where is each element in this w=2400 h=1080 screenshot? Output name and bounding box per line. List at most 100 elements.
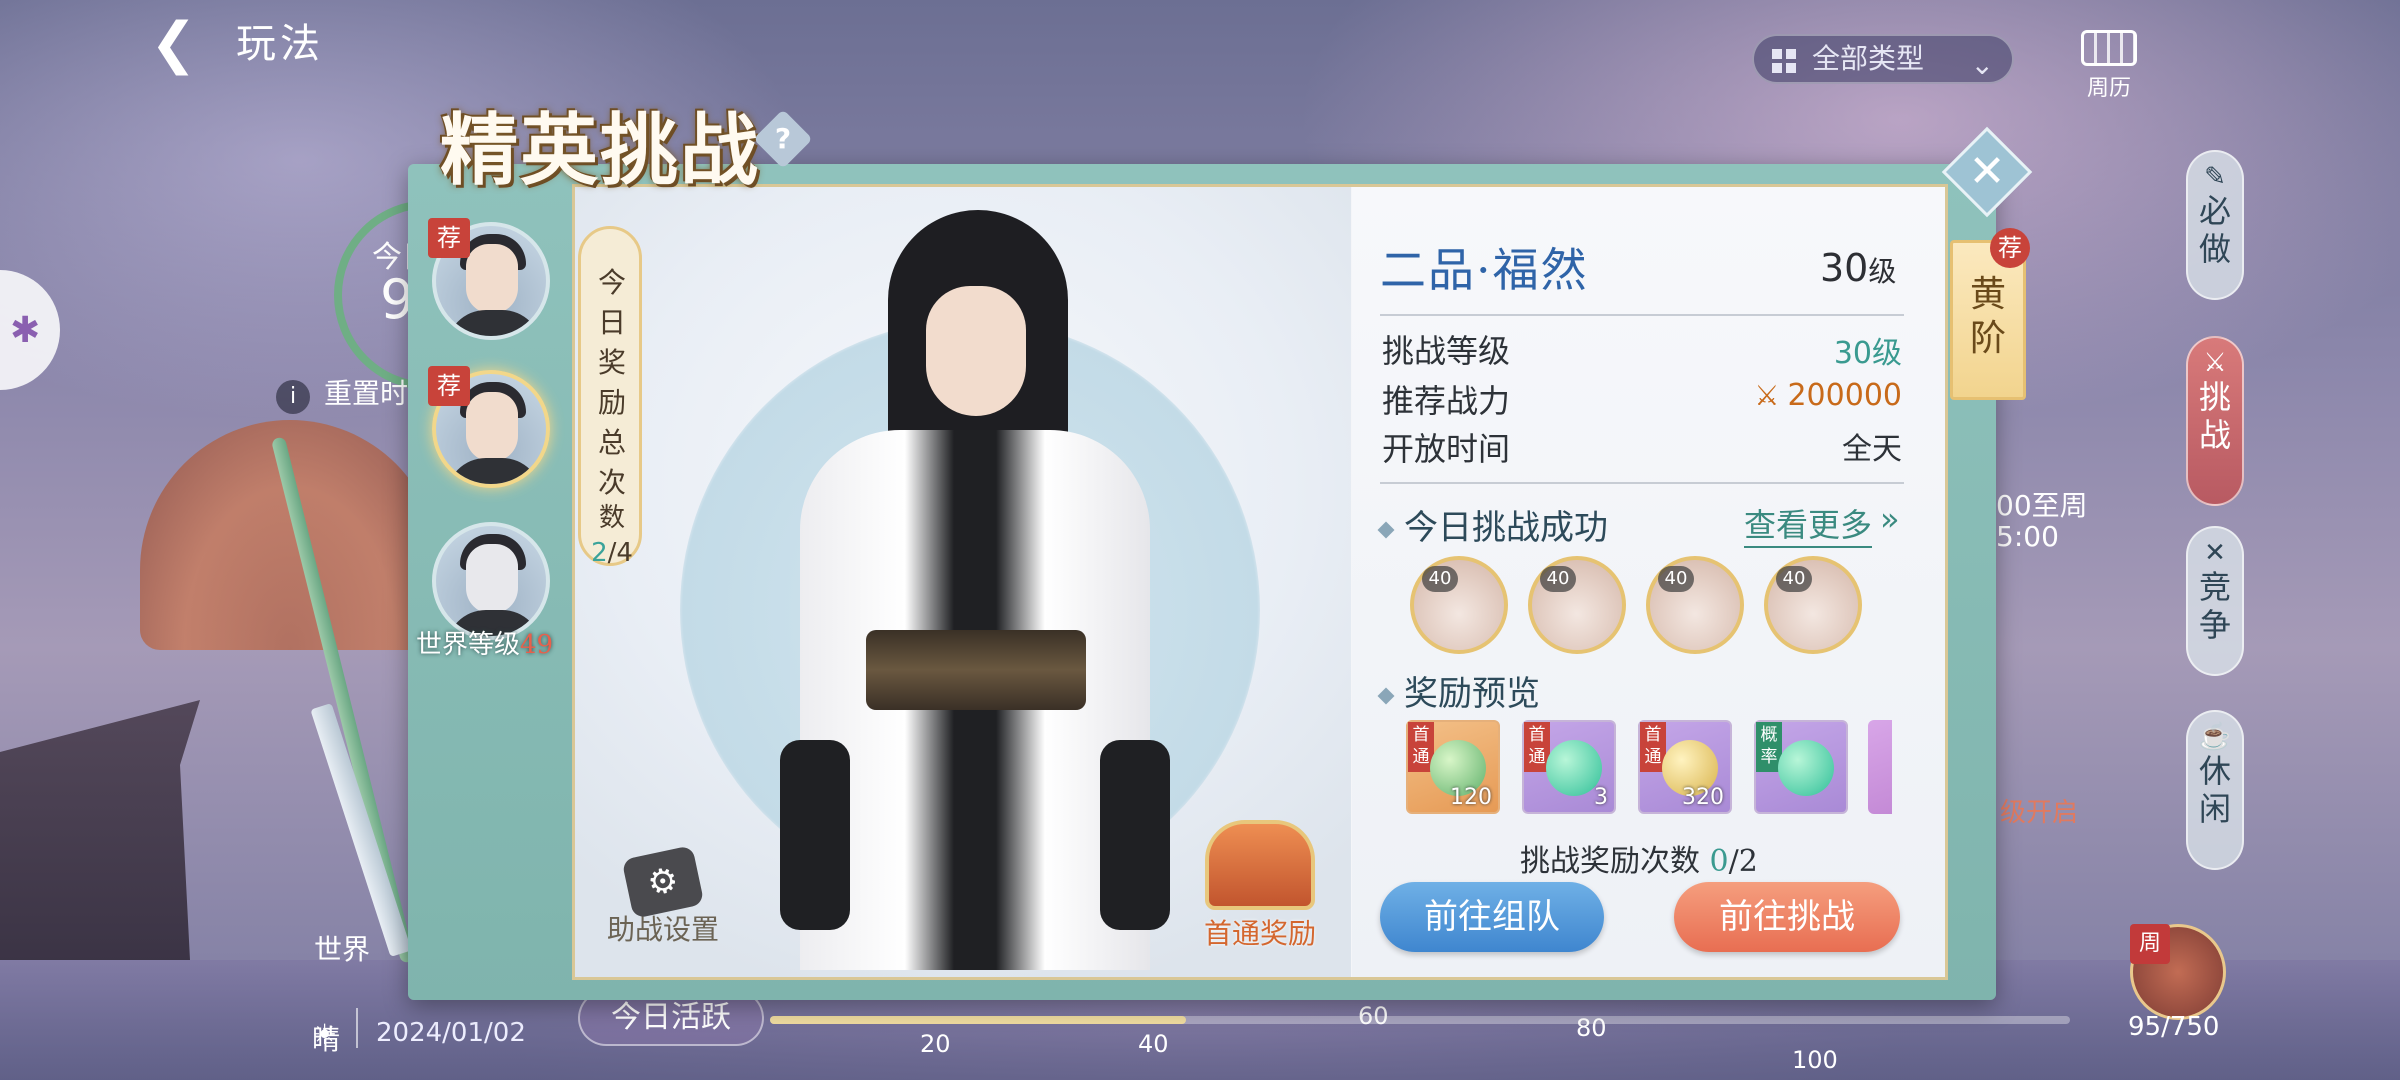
reward-item[interactable]: 首通 320 (1638, 720, 1732, 814)
reward-item[interactable]: 概率 (1754, 720, 1848, 814)
winner-level: 40 (1658, 566, 1694, 592)
winner-level: 40 (1776, 566, 1812, 592)
diamond-bullet-icon (1377, 521, 1395, 539)
reward-item[interactable]: 首通 3 (1522, 720, 1616, 814)
challenge-reward-count: 挑战奖励次数 0/2 (1520, 836, 1758, 880)
winner-level: 40 (1540, 566, 1576, 592)
side-nav-label: 挑战 (2198, 378, 2231, 454)
assist-settings-button[interactable]: ⚙ 助战设置 (598, 845, 728, 952)
side-nav-label: 必做 (2198, 192, 2231, 268)
scroll-char: 励 (597, 386, 626, 419)
activity-progress-bar (770, 1016, 2070, 1024)
help-button[interactable]: ? (753, 109, 813, 169)
tier-char: 黄 (1969, 274, 2006, 315)
go-challenge-button[interactable]: 前往挑战 (1674, 882, 1900, 952)
activity-progress-fill (770, 1016, 1186, 1024)
stat-value-open-time: 全天 (1842, 432, 1902, 467)
stat-label: 开放时间 (1382, 430, 1511, 468)
world-label: 世界 (314, 933, 371, 966)
today-success-label: 今日挑战成功 (1404, 508, 1608, 548)
today-success-heading: 今日挑战成功 (1377, 500, 1608, 549)
reward-count-total: /4 (607, 538, 633, 568)
scroll-char: 奖 (597, 346, 626, 379)
recommended-badge: 荐 (1990, 228, 2030, 268)
progress-tick: 40 (1138, 1030, 1169, 1058)
winner-avatar[interactable]: 40 (1410, 556, 1508, 654)
character-arm (1100, 740, 1170, 930)
side-nav-label: 竞争 (2198, 568, 2231, 644)
scroll-char: 今 (597, 266, 626, 299)
grid-icon (1772, 49, 1796, 73)
weekly-calendar-button[interactable]: 周历 (2076, 30, 2142, 101)
boss-level-unit: 级 (1868, 255, 1897, 288)
progress-tick: 100 (1792, 1046, 1838, 1074)
world-level-value: 49 (520, 630, 554, 660)
go-team-button[interactable]: 前往组队 (1380, 882, 1604, 952)
date-label: 2024/01/02 (376, 1018, 526, 1048)
stat-label: 挑战等级 (1382, 332, 1511, 370)
divider (1380, 314, 1904, 316)
reward-count-current: 2 (591, 538, 608, 568)
divider (1380, 482, 1904, 484)
type-filter-dropdown[interactable]: 全部类型 ⌄ (1752, 34, 2014, 84)
brush-icon: ✎ (2204, 162, 2226, 192)
winner-avatar[interactable]: 40 (1764, 556, 1862, 654)
scroll-char: 总 (597, 426, 626, 459)
unlock-hint: 级开启 (2000, 798, 2079, 828)
reward-item[interactable]: 首通 120 (1406, 720, 1500, 814)
crossed-blades-icon: ✕ (2204, 538, 2226, 568)
daily-reward-count-scroll: 今 日 奖 励 总 次 数 2/4 (578, 226, 642, 568)
scroll-char: 数 (598, 503, 625, 533)
boss-level: 30级 (1820, 246, 1896, 290)
avatar-face (466, 544, 518, 614)
reward-qty: 320 (1682, 785, 1724, 810)
back-button[interactable]: ❮ (150, 14, 230, 74)
progress-tick: 20 (920, 1030, 951, 1058)
opponent-avatar-locked[interactable] (432, 522, 550, 640)
side-nav-challenge[interactable]: ⚔ 挑战 (2186, 336, 2244, 506)
calendar-icon (2081, 30, 2137, 66)
progress-tick: 60 (1358, 1002, 1389, 1030)
character-belt (866, 630, 1086, 710)
reward-item-partial[interactable] (1868, 720, 1892, 814)
pinwheel-icon: ✱ (10, 310, 41, 351)
dialog-title: 精英挑战 (440, 105, 761, 196)
info-icon[interactable]: i (276, 380, 310, 414)
type-filter-label: 全部类型 (1812, 42, 1925, 75)
challenge-count-label: 挑战奖励次数 (1520, 844, 1710, 879)
page-title: 玩法 (236, 21, 324, 67)
assist-label: 助战设置 (606, 913, 719, 946)
double-chevron-right-icon[interactable]: » (1880, 500, 1900, 538)
spirit-orb-icon (1778, 740, 1834, 796)
weather-divider (356, 1008, 358, 1048)
stat-value-challenge-level: 30级 (1833, 336, 1902, 371)
scroll-text: 今 日 奖 励 总 次 (595, 263, 629, 503)
reward-preview-label: 奖励预览 (1404, 674, 1540, 714)
avatar-face (466, 244, 518, 314)
boss-level-value: 30 (1820, 246, 1869, 290)
stat-value-recommended-power: ⚔ 200000 (1754, 378, 1902, 413)
chevron-down-icon: ⌄ (1970, 48, 1994, 81)
see-more-link[interactable]: 查看更多 (1744, 500, 1873, 548)
schedule-time-1: 00至周 (1996, 489, 2088, 522)
side-nav-label: 休闲 (2198, 752, 2231, 828)
challenge-count-current: 0 (1709, 844, 1729, 879)
world-level-requirement: 世界等级49 (416, 624, 553, 661)
avatar-body (446, 458, 542, 484)
side-nav-compete[interactable]: ✕ 竞争 (2186, 526, 2244, 676)
challenge-count-total: /2 (1728, 844, 1758, 879)
world-level-label: 世界等级 (416, 630, 521, 660)
weekly-badge: 周 (2130, 924, 2170, 964)
weather-label: 晴 (312, 1023, 341, 1056)
winner-avatar[interactable]: 40 (1646, 556, 1744, 654)
recommended-badge: 荐 (428, 366, 470, 406)
first-clear-reward-button[interactable]: 首通奖励 (1190, 820, 1330, 960)
scroll-char: 日 (597, 306, 626, 339)
weekly-count: 95/750 (2128, 1012, 2220, 1042)
side-nav-leisure[interactable]: ☕ 休闲 (2186, 710, 2244, 870)
avatar-body (446, 310, 542, 336)
reward-qty: 3 (1594, 785, 1608, 810)
recommended-badge: 荐 (428, 218, 470, 258)
side-nav-required[interactable]: ✎ 必做 (2186, 150, 2244, 300)
winner-avatar[interactable]: 40 (1528, 556, 1626, 654)
